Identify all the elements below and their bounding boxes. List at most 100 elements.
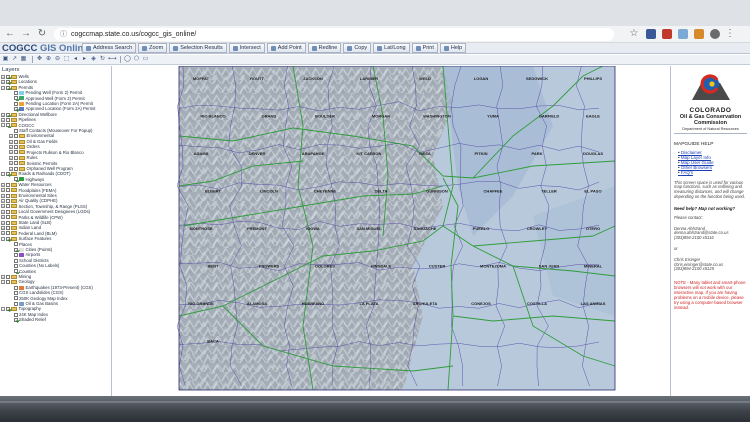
layer-checkbox[interactable] (6, 204, 10, 209)
expand-icon[interactable]: + (1, 117, 5, 122)
layer-checkbox[interactable] (6, 199, 10, 204)
layer-checkbox[interactable] (14, 269, 18, 274)
expand-icon[interactable]: + (9, 166, 13, 171)
expand-icon[interactable]: + (9, 161, 13, 166)
add-point-button[interactable]: Add Point (266, 43, 306, 53)
expand-icon[interactable]: + (1, 199, 5, 204)
zoom-out-icon[interactable]: ⊖ (54, 56, 61, 63)
clear-selection-icon[interactable]: ▭ (142, 56, 149, 63)
address-search-button[interactable]: Address Search (82, 43, 137, 53)
save-icon[interactable]: ▣ (2, 56, 9, 63)
faqs-link[interactable]: FAQ's (678, 170, 747, 175)
layer-checkbox[interactable] (6, 280, 10, 285)
expand-icon[interactable]: + (1, 231, 5, 236)
layer-checkbox[interactable] (6, 236, 10, 241)
layer-checkbox[interactable] (14, 144, 18, 149)
zoom-rectangle-icon[interactable]: ⬚ (63, 56, 70, 63)
expand-icon[interactable]: + (9, 144, 13, 149)
zoom-in-icon[interactable]: ⊕ (45, 56, 52, 63)
map-canvas[interactable]: MOFFAT ROUTT JACKSON LARIMER WELD LOGAN SEDGWI… (113, 66, 669, 396)
expand-icon[interactable]: + (9, 150, 13, 155)
layer-checkbox[interactable] (6, 123, 10, 128)
expand-icon[interactable]: + (1, 215, 5, 220)
expand-icon[interactable]: + (1, 226, 5, 231)
layer-checkbox[interactable] (14, 166, 18, 171)
layer-checkbox[interactable] (14, 317, 18, 322)
pan-icon[interactable]: ✥ (36, 56, 43, 63)
collapse-icon[interactable]: - (1, 280, 5, 285)
collapse-icon[interactable]: - (1, 236, 5, 241)
layer-checkbox[interactable] (6, 112, 10, 117)
expand-icon[interactable]: + (1, 112, 5, 117)
layer-checkbox[interactable] (14, 134, 18, 139)
back-icon[interactable]: ← (4, 28, 16, 40)
layer-checkbox[interactable] (14, 242, 18, 247)
extension-icon[interactable] (646, 29, 656, 39)
expand-icon[interactable]: + (1, 204, 5, 209)
layer-checkbox[interactable] (14, 128, 18, 133)
menu-icon[interactable]: ⋮ (724, 28, 736, 40)
copy-button[interactable]: Copy (343, 43, 372, 53)
extension-icon[interactable] (662, 29, 672, 39)
full-extent-icon[interactable]: ◈ (90, 56, 97, 63)
layer-checkbox[interactable] (14, 285, 18, 290)
measure-icon[interactable]: ⟷ (108, 56, 117, 63)
layer-checkbox[interactable] (14, 301, 18, 306)
layer-checkbox[interactable] (14, 253, 18, 258)
forward-icon[interactable]: → (20, 28, 32, 40)
map-view[interactable]: MOFFAT ROUTT JACKSON LARIMER WELD LOGAN SEDGWI… (113, 66, 669, 396)
layer-checkbox[interactable] (6, 226, 10, 231)
layer-checkbox[interactable] (6, 80, 10, 85)
layer-checkbox[interactable] (14, 139, 18, 144)
layer-checkbox[interactable] (6, 307, 10, 312)
layer-checkbox[interactable] (6, 274, 10, 279)
expand-icon[interactable]: + (9, 155, 13, 160)
zoom-previous-icon[interactable]: ◂ (72, 56, 79, 63)
layer-checkbox[interactable] (14, 247, 18, 252)
expand-icon[interactable]: + (9, 139, 13, 144)
layer-checkbox[interactable] (6, 193, 10, 198)
collapse-icon[interactable]: - (1, 123, 5, 128)
layer-checkbox[interactable] (14, 150, 18, 155)
layer-checkbox[interactable] (14, 177, 18, 182)
layer-checkbox[interactable] (14, 155, 18, 160)
expand-icon[interactable]: + (9, 134, 13, 139)
collapse-icon[interactable]: - (1, 172, 5, 177)
zoom-button[interactable]: Zoom (138, 43, 168, 53)
layer-checkbox[interactable] (14, 101, 18, 106)
layer-item[interactable]: Shaded Relief (0, 317, 111, 322)
expand-icon[interactable]: + (1, 193, 5, 198)
select-icon[interactable]: ↗ (11, 56, 18, 63)
layer-checkbox[interactable] (14, 296, 18, 301)
layer-checkbox[interactable] (6, 209, 10, 214)
expand-icon[interactable]: + (1, 182, 5, 187)
zoom-next-icon[interactable]: ▸ (81, 56, 88, 63)
help-button[interactable]: Help (439, 43, 467, 53)
collapse-icon[interactable]: - (1, 307, 5, 312)
layer-checkbox[interactable] (14, 96, 18, 101)
layer-checkbox[interactable] (14, 290, 18, 295)
print-button[interactable]: Print (411, 43, 438, 53)
profile-avatar-icon[interactable] (710, 29, 720, 39)
expand-icon[interactable]: + (1, 220, 5, 225)
layer-checkbox[interactable] (6, 172, 10, 177)
layer-checkbox[interactable] (6, 231, 10, 236)
address-bar[interactable]: ⓘ cogccmap.state.co.us/cogcc_gis_online/ (54, 27, 614, 41)
extension-icon[interactable] (678, 29, 688, 39)
intersect-button[interactable]: Intersect (228, 43, 265, 53)
layer-checkbox[interactable] (6, 85, 10, 90)
select-polygon-icon[interactable]: ⬠ (133, 56, 140, 63)
layer-checkbox[interactable] (14, 161, 18, 166)
expand-icon[interactable]: + (1, 80, 5, 85)
star-icon[interactable]: ☆ (628, 28, 640, 40)
grid-icon[interactable]: ▦ (20, 56, 27, 63)
lat-long-button[interactable]: Lat/Long (373, 43, 410, 53)
expand-icon[interactable]: + (1, 74, 5, 79)
layer-checkbox[interactable] (14, 107, 18, 112)
refresh-icon[interactable]: ↻ (99, 56, 106, 63)
redline-button[interactable]: Redline (307, 43, 342, 53)
layer-checkbox[interactable] (6, 215, 10, 220)
layer-checkbox[interactable] (6, 220, 10, 225)
collapse-icon[interactable]: - (1, 85, 5, 90)
expand-icon[interactable]: + (1, 274, 5, 279)
